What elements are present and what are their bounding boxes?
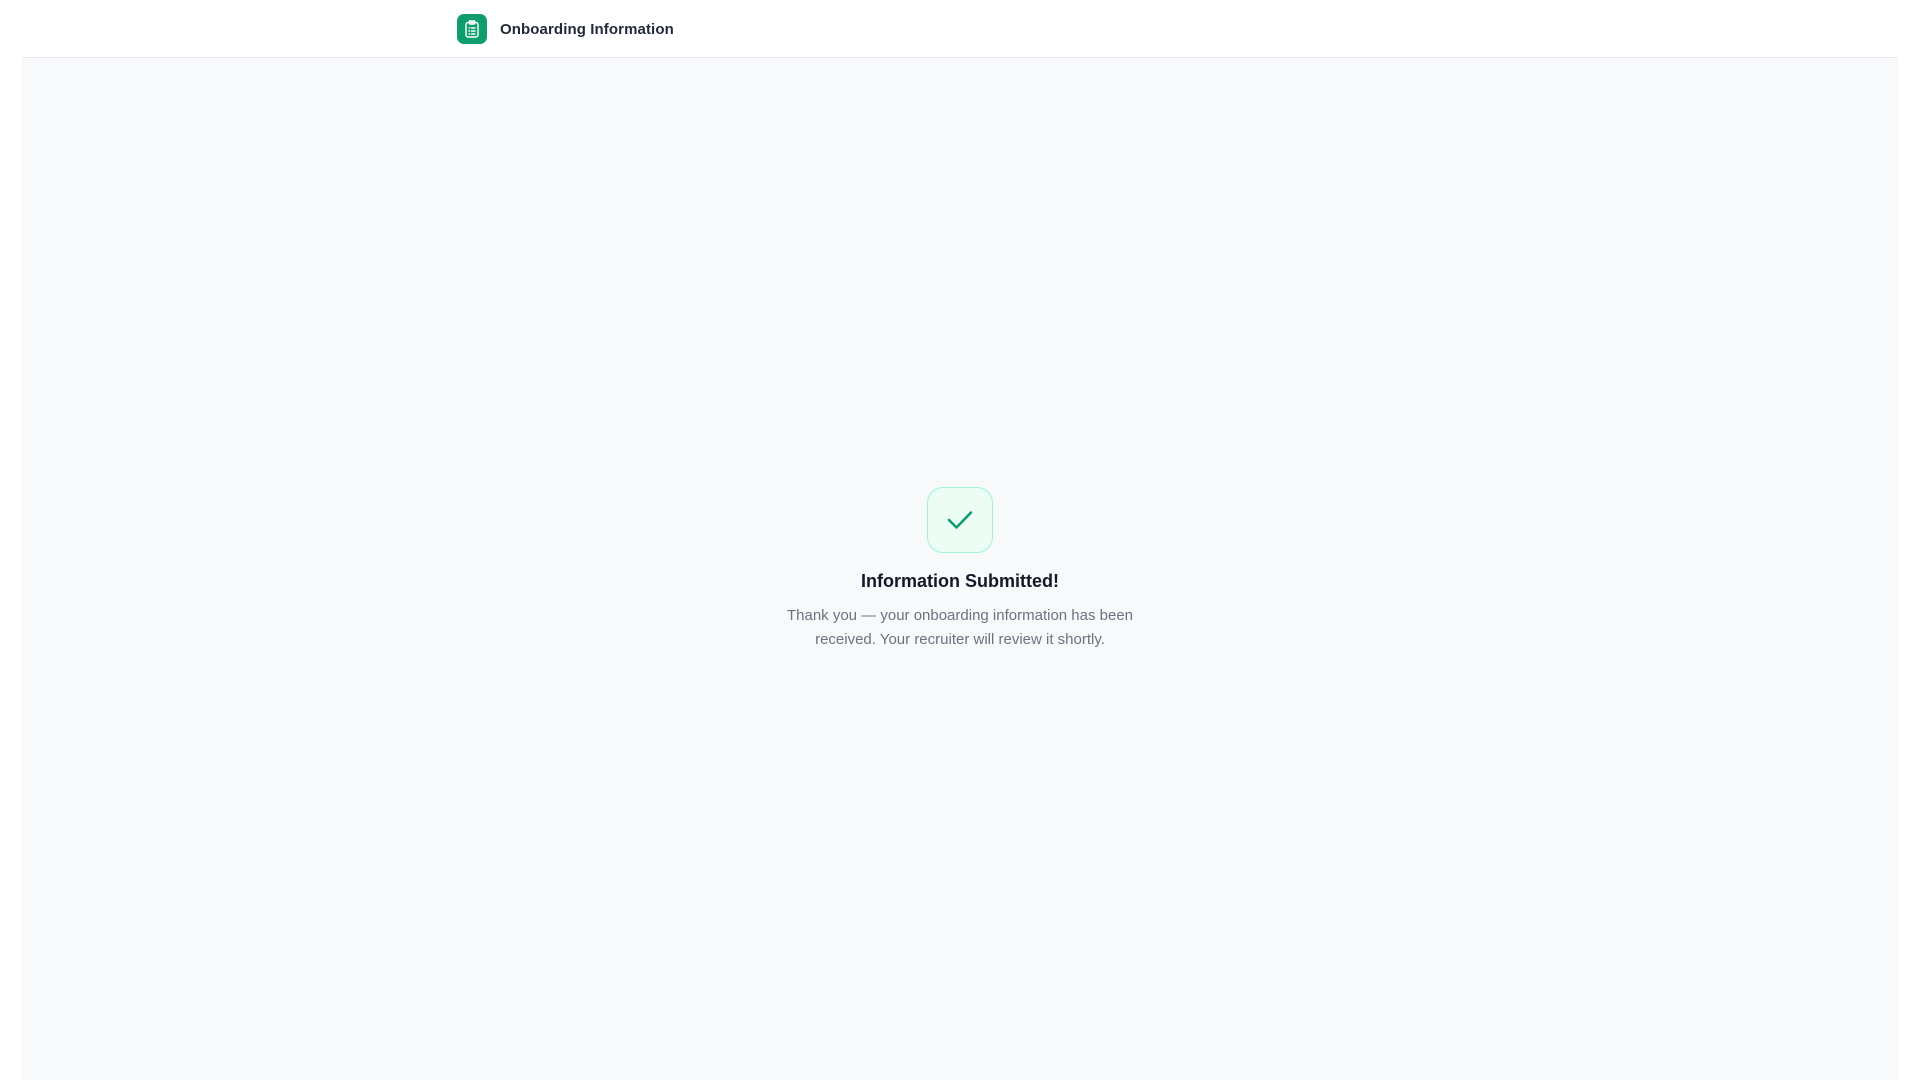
- success-message: Thank you — your onboarding information …: [786, 607, 1134, 648]
- brand: Onboarding Information: [457, 14, 674, 44]
- page-frame: Onboarding Information Information Submi…: [22, 0, 1898, 1080]
- clipboard-icon: [457, 14, 487, 44]
- check-icon: [927, 487, 993, 553]
- confirmation-panel: Information Submitted! Thank you — your …: [22, 487, 1898, 652]
- top-header: Onboarding Information: [22, 0, 1898, 58]
- page-title: Onboarding Information: [500, 20, 674, 38]
- success-title: Information Submitted!: [861, 571, 1059, 591]
